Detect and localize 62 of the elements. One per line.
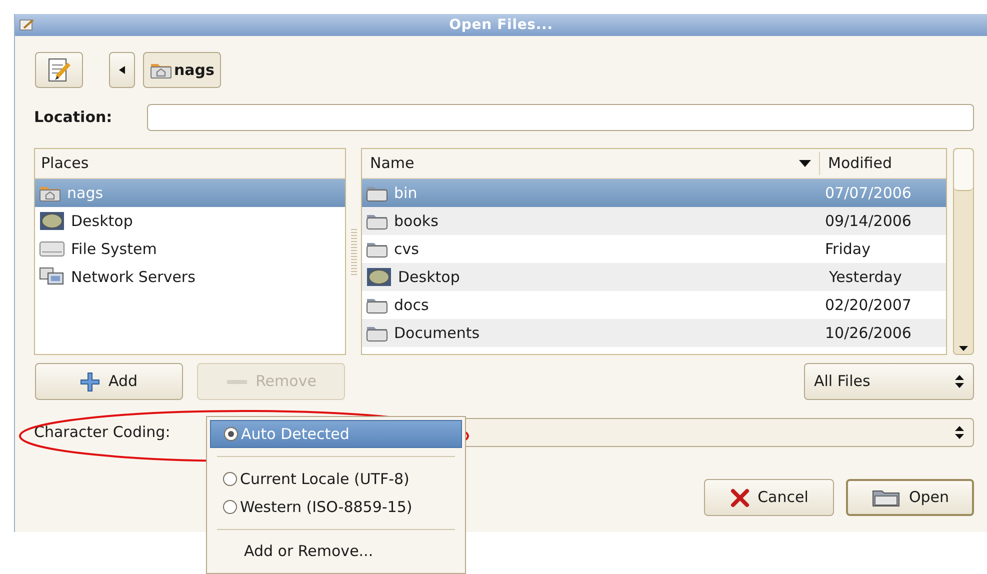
folder-icon [366,324,388,342]
file-row[interactable]: Desktop Yesterday [362,263,946,291]
folder-icon [366,240,388,258]
left-triangle-icon [119,66,125,74]
modified-date: 10/26/2006 [824,322,912,344]
scroll-down-icon [959,346,968,351]
sort-down-icon [799,160,811,167]
location-label: Location: [34,107,114,128]
menu-item[interactable]: Add or Remove... [207,538,465,564]
filter-dropdown[interactable]: All Files [804,363,974,400]
home-folder-icon [150,61,172,79]
folder-icon [870,488,901,508]
document-pencil-icon [47,57,71,83]
open-button[interactable]: Open [846,479,974,516]
folder-icon [366,296,388,314]
desktop-icon [366,267,392,287]
modified-date: Yesterday [828,266,902,288]
file-row[interactable]: books 09/14/2006 [362,207,946,235]
modified-date: 02/20/2007 [824,294,912,316]
desktop-icon [39,211,65,231]
character-coding-label: Character Coding: [34,422,172,444]
edit-button[interactable] [35,52,83,88]
file-name: Desktop [397,266,461,288]
place-item[interactable]: Desktop [35,207,345,235]
minus-icon [226,378,248,384]
place-item[interactable]: Network Servers [35,263,345,291]
x-icon [730,488,750,508]
home-folder-icon [39,184,61,202]
file-name: docs [393,294,430,316]
cancel-button[interactable]: Cancel [704,479,834,516]
menu-item[interactable]: Western (ISO-8859-15) [210,493,462,521]
file-name: Documents [393,322,481,344]
modified-date: Friday [824,238,870,260]
add-button[interactable]: Add [35,363,183,400]
file-name: bin [393,182,418,204]
scrollbar-thumb[interactable] [954,149,973,191]
menu-item[interactable]: Current Locale (UTF-8) [210,465,462,493]
column-header[interactable]: Modified [820,152,892,175]
column-header[interactable]: Name [362,152,820,175]
radio-button-icon [223,426,239,442]
path-button[interactable]: nags [143,52,222,88]
folder-icon [366,184,388,202]
up-down-arrows-icon [955,375,964,388]
folder-icon [366,212,388,230]
place-item[interactable]: File System [35,235,345,263]
up-down-arrows-icon [955,426,964,439]
pencil-icon [19,18,35,32]
file-row[interactable]: Documents 10/26/2006 [362,319,946,347]
computers-icon [39,267,65,287]
file-name: books [393,210,440,232]
window-title: Open Files... [449,16,553,34]
radio-button-icon [222,499,238,515]
drive-icon [39,240,65,258]
scrollbar[interactable] [953,148,974,355]
modified-date: 07/07/2006 [824,182,912,204]
back-button[interactable] [109,52,135,88]
location-field[interactable] [147,104,974,131]
modified-date: 09/14/2006 [824,210,912,232]
radio-button-icon [222,471,238,487]
file-name: cvs [393,238,420,260]
plus-icon [80,372,100,392]
column-header[interactable]: Places [41,152,89,175]
